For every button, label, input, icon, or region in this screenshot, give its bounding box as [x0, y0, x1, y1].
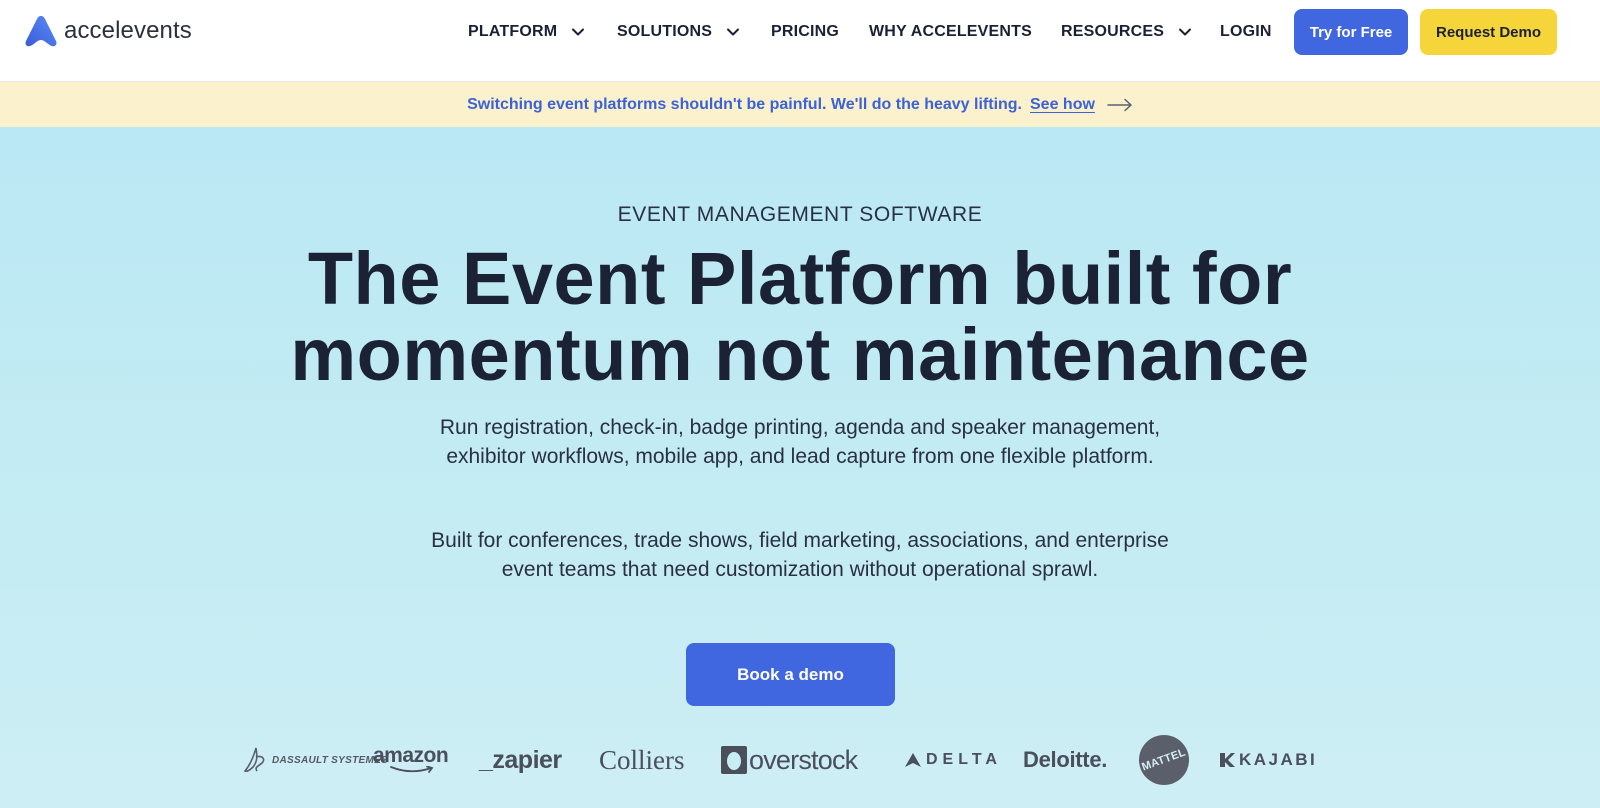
chevron-down-icon	[1179, 28, 1192, 36]
mattel-logo: MATTEL	[1139, 735, 1189, 785]
deloitte-logo: Deloitte.	[1023, 735, 1107, 785]
kajabi-k-icon	[1220, 753, 1235, 767]
chevron-down-icon	[727, 28, 740, 36]
hero-eyebrow: EVENT MANAGEMENT SOFTWARE	[617, 203, 983, 226]
colliers-text: Colliers	[599, 744, 685, 775]
nav-why-accelevents[interactable]: WHY ACCELEVENTS	[869, 20, 1032, 44]
mattel-text: MATTEL	[1140, 746, 1188, 774]
chevron-down-icon	[572, 28, 585, 36]
kajabi-logo: KAJABI	[1219, 735, 1317, 785]
kajabi-text: KAJABI	[1239, 750, 1318, 769]
announcement-banner: Switching event platforms shouldn't be p…	[0, 82, 1600, 127]
hero-paragraph-2: Built for conferences, trade shows, fiel…	[431, 529, 1169, 581]
delta-triangle-icon	[905, 753, 921, 767]
dassault-mark-icon	[243, 747, 265, 773]
delta-text: DELTA	[926, 751, 1002, 768]
try-for-free-button[interactable]: Try for Free	[1294, 9, 1408, 55]
overstock-logo: overstock	[721, 735, 858, 785]
overstock-text: overstock	[749, 744, 858, 775]
amazon-text: amazon	[373, 744, 449, 767]
zapier-logo: _zapier	[479, 735, 562, 785]
nav-why-accelevents-label: WHY ACCELEVENTS	[869, 23, 1033, 40]
site-header: accelevents PLATFORM SOLUTIONS PRICING W…	[0, 0, 1600, 82]
mattel-badge: MATTEL	[1139, 735, 1189, 785]
hero-paragraph-1: Run registration, check-in, badge printi…	[439, 416, 1161, 468]
nav-pricing-label: PRICING	[771, 23, 840, 40]
dassault-text: DASSAULT SYSTEMES	[272, 754, 389, 766]
headline-line-2: momentum not maintenance	[290, 313, 1310, 396]
banner-text: Switching event platforms shouldn't be p…	[467, 95, 1022, 113]
nav-pricing[interactable]: PRICING	[771, 20, 839, 44]
delta-logo: DELTA	[904, 735, 1002, 785]
nav-solutions[interactable]: SOLUTIONS	[617, 20, 740, 44]
hero-headline: The Event Platform built for momentum no…	[0, 241, 1600, 393]
book-a-demo-button[interactable]: Book a demo	[686, 643, 895, 706]
zapier-text: _zapier	[479, 745, 562, 774]
nav-login-label: LOGIN	[1220, 23, 1272, 40]
colliers-logo: Colliers	[599, 735, 685, 785]
deloitte-text: Deloitte.	[1023, 747, 1108, 772]
nav-login[interactable]: LOGIN	[1220, 20, 1272, 44]
nav-platform[interactable]: PLATFORM	[468, 20, 585, 44]
headline-line-1: The Event Platform built for	[307, 237, 1293, 320]
overstock-o-icon	[721, 746, 747, 774]
request-demo-button[interactable]: Request Demo	[1420, 9, 1557, 55]
amazon-logo: amazon	[373, 735, 449, 785]
nav-solutions-label: SOLUTIONS	[617, 23, 713, 40]
nav-resources[interactable]: RESOURCES	[1061, 20, 1192, 44]
nav-resources-label: RESOURCES	[1061, 23, 1165, 40]
customer-logos: DASSAULT SYSTEMES amazon _zapier Collier…	[0, 735, 1600, 785]
amazon-smile-icon	[389, 766, 434, 773]
hero-section: EVENT MANAGEMENT SOFTWARE The Event Plat…	[0, 127, 1600, 808]
dassault-logo: DASSAULT SYSTEMES	[242, 735, 389, 785]
see-how-link[interactable]: See how	[1030, 96, 1095, 114]
nav-platform-label: PLATFORM	[468, 23, 558, 40]
arrow-right-icon[interactable]	[1107, 98, 1133, 112]
